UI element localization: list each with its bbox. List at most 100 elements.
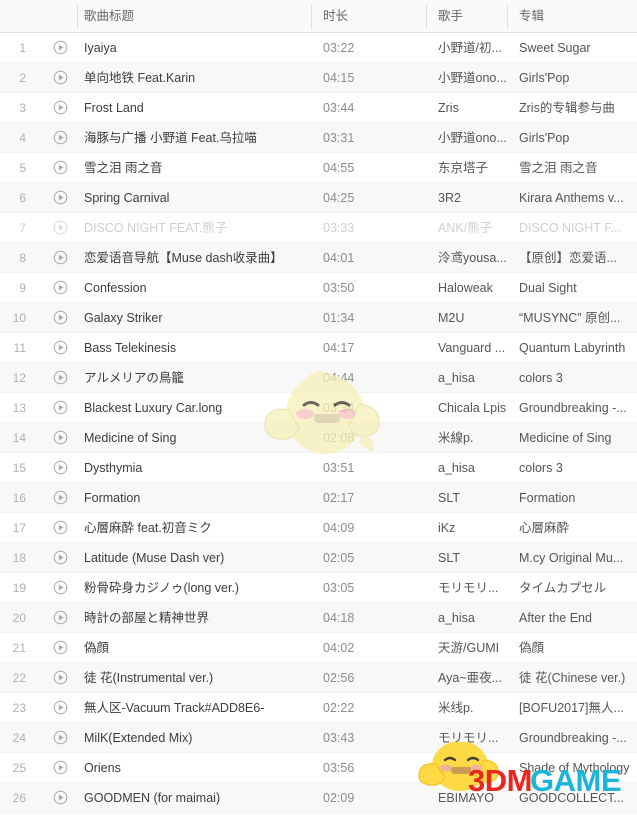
- play-circle-icon[interactable]: [40, 483, 78, 513]
- row-artist[interactable]: Chicala Lpis: [427, 393, 508, 423]
- table-row[interactable]: 19 粉骨砕身カジノゥ(long ver.) 03:05 モリモリ... タイムカプセル: [0, 573, 637, 603]
- play-circle-icon[interactable]: [40, 603, 78, 633]
- play-circle-icon[interactable]: [40, 393, 78, 423]
- play-circle-icon[interactable]: [40, 333, 78, 363]
- row-artist[interactable]: 米線p.: [427, 423, 508, 453]
- row-song-title[interactable]: 無人区-Vacuum Track#ADD8E6-: [78, 693, 312, 723]
- play-circle-icon[interactable]: [40, 723, 78, 753]
- table-row[interactable]: 20 時計の部屋と精神世界 04:18 a_hisa After the End: [0, 603, 637, 633]
- play-circle-icon[interactable]: [40, 693, 78, 723]
- table-row[interactable]: 22 徒 花(Instrumental ver.) 02:56 Aya~亜夜... 徒 …: [0, 663, 637, 693]
- row-song-title[interactable]: Formation: [78, 483, 312, 513]
- row-album[interactable]: colors 3: [508, 453, 637, 483]
- row-song-title[interactable]: Blackest Luxury Car.long: [78, 393, 312, 423]
- row-artist[interactable]: 泠鸢yousa...: [427, 243, 508, 273]
- row-song-title[interactable]: Confession: [78, 273, 312, 303]
- table-row[interactable]: 10 Galaxy Striker 01:34 M2U “MUSYNC” 原创...: [0, 303, 637, 333]
- row-artist[interactable]: 小野道ono...: [427, 123, 508, 153]
- row-album[interactable]: After the End: [508, 603, 637, 633]
- table-row[interactable]: 24 MilK(Extended Mix) 03:43 モリモリ... Groundbr…: [0, 723, 637, 753]
- row-album[interactable]: Groundbreaking -...: [508, 393, 637, 423]
- row-album[interactable]: Sweet Sugar: [508, 33, 637, 63]
- play-circle-icon[interactable]: [40, 663, 78, 693]
- row-album[interactable]: 心層麻酔: [508, 513, 637, 543]
- row-song-title[interactable]: アルメリアの鳥籠: [78, 363, 312, 393]
- row-album[interactable]: Medicine of Sing: [508, 423, 637, 453]
- table-row[interactable]: 7 DISCO NIGHT FEAT.熊子 03:33 ANK/熊子 DISCO NIG…: [0, 213, 637, 243]
- row-artist[interactable]: M2U: [427, 303, 508, 333]
- play-circle-icon[interactable]: [40, 423, 78, 453]
- row-song-title[interactable]: 恋爱语音导航【Muse dash收录曲】: [78, 243, 312, 273]
- row-album[interactable]: Girls'Pop: [508, 63, 637, 93]
- row-song-title[interactable]: Spring Carnival: [78, 183, 312, 213]
- play-circle-icon[interactable]: [40, 243, 78, 273]
- table-row[interactable]: 23 無人区-Vacuum Track#ADD8E6- 02:22 米线p. [BOFU…: [0, 693, 637, 723]
- row-song-title[interactable]: Galaxy Striker: [78, 303, 312, 333]
- row-song-title[interactable]: MilK(Extended Mix): [78, 723, 312, 753]
- row-album[interactable]: GOODCOLLECT...: [508, 783, 637, 813]
- row-artist[interactable]: Aya~亜夜...: [427, 663, 508, 693]
- row-artist[interactable]: ginkiha: [427, 753, 508, 783]
- row-album[interactable]: Shade of Mythology: [508, 753, 637, 783]
- row-artist[interactable]: iKz: [427, 513, 508, 543]
- row-song-title[interactable]: Bass Telekinesis: [78, 333, 312, 363]
- row-artist[interactable]: モリモリ...: [427, 573, 508, 603]
- row-song-title[interactable]: 海豚与广播 小野道 Feat.乌拉喵: [78, 123, 312, 153]
- table-row[interactable]: 21 偽顔 04:02 天游/GUMI 偽顔: [0, 633, 637, 663]
- row-song-title[interactable]: 心層麻酔 feat.初音ミク: [78, 513, 312, 543]
- row-song-title[interactable]: Iyaiya: [78, 33, 312, 63]
- table-row[interactable]: 3 Frost Land 03:44 Zris Zris的专辑参与曲: [0, 93, 637, 123]
- play-circle-icon[interactable]: [40, 33, 78, 63]
- row-song-title[interactable]: 雪之泪 雨之音: [78, 153, 312, 183]
- header-album[interactable]: 专辑: [508, 0, 637, 33]
- row-artist[interactable]: a_hisa: [427, 363, 508, 393]
- row-song-title[interactable]: Medicine of Sing: [78, 423, 312, 453]
- play-circle-icon[interactable]: [40, 363, 78, 393]
- row-album[interactable]: Girls'Pop: [508, 123, 637, 153]
- row-song-title[interactable]: 徒 花(Instrumental ver.): [78, 663, 312, 693]
- play-circle-icon[interactable]: [40, 123, 78, 153]
- play-circle-icon[interactable]: [40, 633, 78, 663]
- table-row[interactable]: 14 Medicine of Sing 02:08 米線p. Medicine of S…: [0, 423, 637, 453]
- table-row[interactable]: 17 心層麻酔 feat.初音ミク 04:09 iKz 心層麻酔: [0, 513, 637, 543]
- table-row[interactable]: 16 Formation 02:17 SLT Formation: [0, 483, 637, 513]
- row-song-title[interactable]: 時計の部屋と精神世界: [78, 603, 312, 633]
- row-album[interactable]: Zris的专辑参与曲: [508, 93, 637, 123]
- row-album[interactable]: Kirara Anthems v...: [508, 183, 637, 213]
- header-duration[interactable]: 时长: [312, 0, 427, 33]
- play-circle-icon[interactable]: [40, 213, 78, 243]
- row-song-title[interactable]: Latitude (Muse Dash ver): [78, 543, 312, 573]
- table-row[interactable]: 15 Dysthymia 03:51 a_hisa colors 3: [0, 453, 637, 483]
- play-circle-icon[interactable]: [40, 513, 78, 543]
- row-artist[interactable]: SLT: [427, 483, 508, 513]
- row-artist[interactable]: Haloweak: [427, 273, 508, 303]
- row-song-title[interactable]: DISCO NIGHT FEAT.熊子: [78, 213, 312, 243]
- play-circle-icon[interactable]: [40, 183, 78, 213]
- header-artist[interactable]: 歌手: [427, 0, 508, 33]
- row-album[interactable]: タイムカプセル: [508, 573, 637, 603]
- row-album[interactable]: 【原创】恋爱语...: [508, 243, 637, 273]
- table-row[interactable]: 11 Bass Telekinesis 04:17 Vanguard ... Quant…: [0, 333, 637, 363]
- row-album[interactable]: colors 3: [508, 363, 637, 393]
- row-song-title[interactable]: Dysthymia: [78, 453, 312, 483]
- row-album[interactable]: Formation: [508, 483, 637, 513]
- row-album[interactable]: [BOFU2017]無人...: [508, 693, 637, 723]
- row-song-title[interactable]: Oriens: [78, 753, 312, 783]
- row-artist[interactable]: 3R2: [427, 183, 508, 213]
- table-row[interactable]: 13 Blackest Luxury Car.long 03:34 Chicala L…: [0, 393, 637, 423]
- row-artist[interactable]: ANK/熊子: [427, 213, 508, 243]
- header-title[interactable]: 歌曲标题: [78, 0, 312, 33]
- table-row[interactable]: 8 恋爱语音导航【Muse dash收录曲】 04:01 泠鸢yousa... 【原创】…: [0, 243, 637, 273]
- play-circle-icon[interactable]: [40, 453, 78, 483]
- row-artist[interactable]: SLT: [427, 543, 508, 573]
- row-song-title[interactable]: GOODMEN (for maimai): [78, 783, 312, 813]
- play-circle-icon[interactable]: [40, 153, 78, 183]
- row-artist[interactable]: 小野道ono...: [427, 63, 508, 93]
- row-artist[interactable]: a_hisa: [427, 603, 508, 633]
- play-circle-icon[interactable]: [40, 783, 78, 813]
- table-row[interactable]: 9 Confession 03:50 Haloweak Dual Sight: [0, 273, 637, 303]
- row-album[interactable]: 雪之泪 雨之音: [508, 153, 637, 183]
- row-album[interactable]: “MUSYNC” 原创...: [508, 303, 637, 333]
- row-artist[interactable]: 天游/GUMI: [427, 633, 508, 663]
- row-album[interactable]: 徒 花(Chinese ver.): [508, 663, 637, 693]
